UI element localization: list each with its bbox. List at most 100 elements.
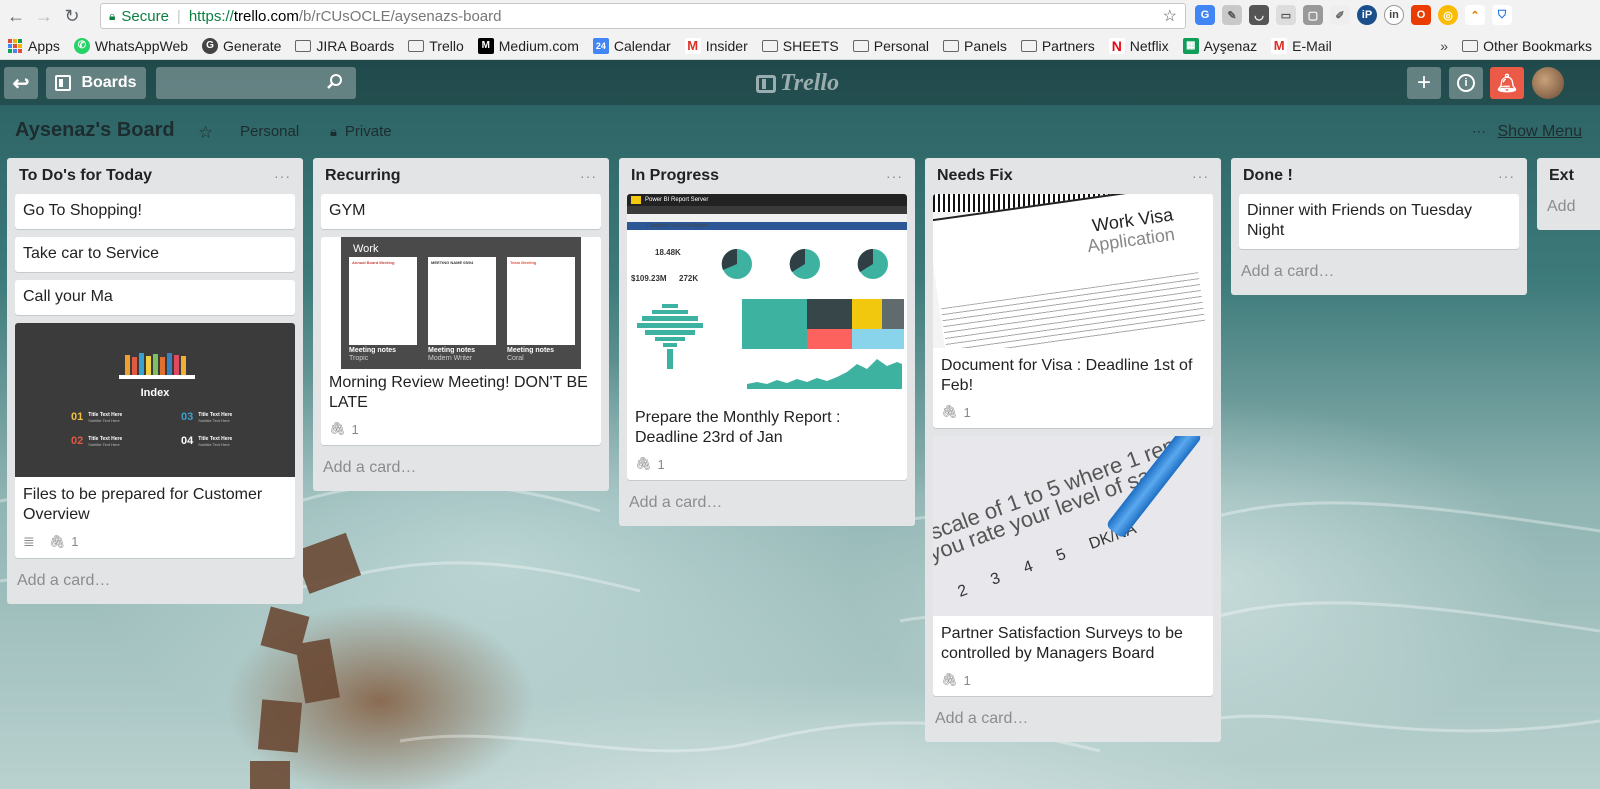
card[interactable]: Power BI Report Server Customer Overview… — [627, 194, 907, 480]
list-title[interactable]: Ext — [1549, 167, 1574, 185]
address-bar[interactable]: 🔒︎ Secure | https:// trello.com /b/rCUsO… — [100, 3, 1186, 29]
card[interactable]: Take car to Service — [15, 237, 295, 272]
info-button[interactable]: i — [1449, 67, 1483, 99]
folder-icon — [761, 39, 778, 52]
board-team[interactable]: Personal — [240, 123, 299, 140]
avatar[interactable] — [1532, 67, 1564, 99]
card-title: Take car to Service — [23, 245, 160, 262]
graph-extension-icon[interactable]: ⌃ — [1465, 5, 1485, 25]
list-menu-icon[interactable]: ··· — [886, 168, 903, 184]
folder-icon — [943, 39, 960, 52]
card-title: Dinner with Friends on Tuesday Night — [1247, 202, 1472, 239]
bookmark-partners[interactable]: Partners — [1020, 38, 1095, 54]
list-title[interactable]: To Do's for Today — [19, 167, 152, 185]
bookmark-panels[interactable]: Panels — [943, 38, 1007, 54]
card[interactable]: Index 01 Title Text Here Subtitle Text He… — [15, 323, 295, 558]
boards-icon — [55, 75, 72, 91]
bookmark-trello[interactable]: Trello — [408, 38, 464, 54]
bookmark-apps[interactable]: Apps — [8, 38, 60, 54]
list-title[interactable]: In Progress — [631, 167, 719, 185]
card-title: Prepare the Monthly Report : Deadline 23… — [635, 409, 841, 446]
attachment-badge: 🖇︎ 1 — [941, 672, 971, 688]
card-title: Morning Review Meeting! DON'T BE LATE — [329, 374, 588, 411]
list-menu-icon[interactable]: ··· — [1192, 168, 1209, 184]
pocket-extension-icon[interactable]: ◡ — [1249, 5, 1269, 25]
notifications-button[interactable]: 🔔︎ — [1490, 67, 1524, 99]
bookmarks-overflow: » Other Bookmarks — [1440, 32, 1600, 59]
shield-extension-icon[interactable]: ⛉ — [1492, 5, 1512, 25]
brush-extension-icon[interactable]: ✐ — [1330, 5, 1350, 25]
bookmark-netflix[interactable]: N Netflix — [1108, 37, 1169, 54]
card-title: Files to be prepared for Customer Overvi… — [23, 486, 263, 523]
card[interactable]: Work Visa Application Document for Visa … — [933, 194, 1213, 428]
chrome-extension-icon[interactable]: ◎ — [1438, 5, 1458, 25]
bookmark-jira-boards[interactable]: JIRA Boards — [295, 38, 394, 54]
reload-icon[interactable]: ↻ — [58, 2, 86, 30]
show-menu-link[interactable]: Show Menu — [1498, 123, 1583, 141]
back-arrow-icon[interactable]: ← — [2, 2, 30, 30]
office-extension-icon[interactable]: O — [1411, 5, 1431, 25]
other-bookmarks[interactable]: Other Bookmarks — [1483, 38, 1592, 54]
search-icon[interactable] — [326, 73, 344, 91]
bookmark-sheets[interactable]: SHEETS — [761, 38, 839, 54]
add-card-button[interactable]: Add a card… — [925, 704, 1221, 742]
card[interactable]: scale of 1 to 5 where 1 rep you rate you… — [933, 436, 1213, 696]
list-title[interactable]: Needs Fix — [937, 167, 1013, 185]
bookshelf-icon — [119, 351, 195, 379]
url-protocol: https:// — [188, 7, 234, 25]
bookmark-email[interactable]: M E-Mail — [1271, 37, 1332, 54]
paperclip-icon: 🖇︎ — [48, 533, 66, 549]
bookmark-medium[interactable]: M Medium.com — [477, 37, 579, 54]
bookmark-generate[interactable]: G Generate — [202, 37, 281, 54]
card[interactable]: Call your Ma — [15, 280, 295, 315]
card[interactable]: Work Annual Board Meeting MEETING NAME 0… — [321, 237, 601, 445]
list-title[interactable]: Done ! — [1243, 167, 1293, 185]
bookmark-personal[interactable]: Personal — [852, 38, 929, 54]
list-recurring: Recurring ··· GYM Work Annual Board Meet… — [313, 158, 609, 491]
add-card-button[interactable]: Add — [1537, 194, 1600, 230]
bookmark-aysenaz[interactable]: ▦ Ayşenaz — [1182, 37, 1257, 54]
boards-button[interactable]: Boards — [46, 67, 146, 99]
add-card-button[interactable]: Add a card… — [1231, 257, 1527, 295]
card[interactable]: GYM — [321, 194, 601, 229]
folder-icon — [852, 39, 869, 52]
folder-icon — [1462, 40, 1479, 52]
medium-icon: M — [477, 37, 494, 54]
card-title: Partner Satisfaction Surveys to be contr… — [941, 625, 1183, 662]
bookmark-insider[interactable]: M Insider — [684, 37, 748, 54]
whatsapp-icon: ✆ — [73, 37, 90, 54]
board-visibility[interactable]: 🔒︎ Private — [330, 123, 392, 140]
list-title[interactable]: Recurring — [325, 167, 401, 185]
list-menu-icon[interactable]: ··· — [1498, 168, 1515, 184]
screenshot-extension-icon[interactable]: ▢ — [1303, 5, 1323, 25]
ip-extension-icon[interactable]: iP — [1357, 5, 1377, 25]
linkedin-helper-icon[interactable]: in — [1384, 5, 1404, 25]
star-board-icon[interactable]: ☆ — [198, 123, 213, 143]
board-title[interactable]: Aysenaz's Board — [15, 119, 175, 142]
back-button[interactable]: ↩ — [4, 67, 38, 99]
menu-dots-icon[interactable]: ⋯ — [1472, 123, 1486, 140]
add-button[interactable]: + — [1407, 67, 1441, 99]
trello-logo[interactable]: Trello — [756, 70, 839, 97]
notes-extension-icon[interactable]: ▭ — [1276, 5, 1296, 25]
gmail-icon: M — [684, 37, 701, 54]
add-card-button[interactable]: Add a card… — [7, 566, 303, 604]
bookmark-calendar[interactable]: 24 Calendar — [592, 37, 671, 54]
list-menu-icon[interactable]: ··· — [274, 168, 291, 184]
forward-arrow-icon[interactable]: → — [30, 2, 58, 30]
more-bookmarks-chevron[interactable]: » — [1440, 38, 1448, 54]
eyedropper-extension-icon[interactable]: ✎ — [1222, 5, 1242, 25]
netflix-icon: N — [1108, 37, 1125, 54]
card[interactable]: Go To Shopping! — [15, 194, 295, 229]
translate-extension-icon[interactable]: G — [1195, 5, 1215, 25]
card[interactable]: Dinner with Friends on Tuesday Night — [1239, 194, 1519, 249]
card-title: Call your Ma — [23, 288, 113, 305]
add-card-button[interactable]: Add a card… — [313, 453, 609, 491]
bookmark-star-icon[interactable]: ☆ — [1163, 6, 1177, 26]
secure-label: Secure — [121, 7, 169, 25]
add-card-button[interactable]: Add a card… — [619, 488, 915, 526]
attachment-badge: 🖇︎ 1 — [48, 533, 79, 550]
card-cover-image: scale of 1 to 5 where 1 rep you rate you… — [933, 436, 1213, 616]
bookmark-whatsappweb[interactable]: ✆ WhatsAppWeb — [73, 37, 188, 54]
list-menu-icon[interactable]: ··· — [580, 168, 597, 184]
